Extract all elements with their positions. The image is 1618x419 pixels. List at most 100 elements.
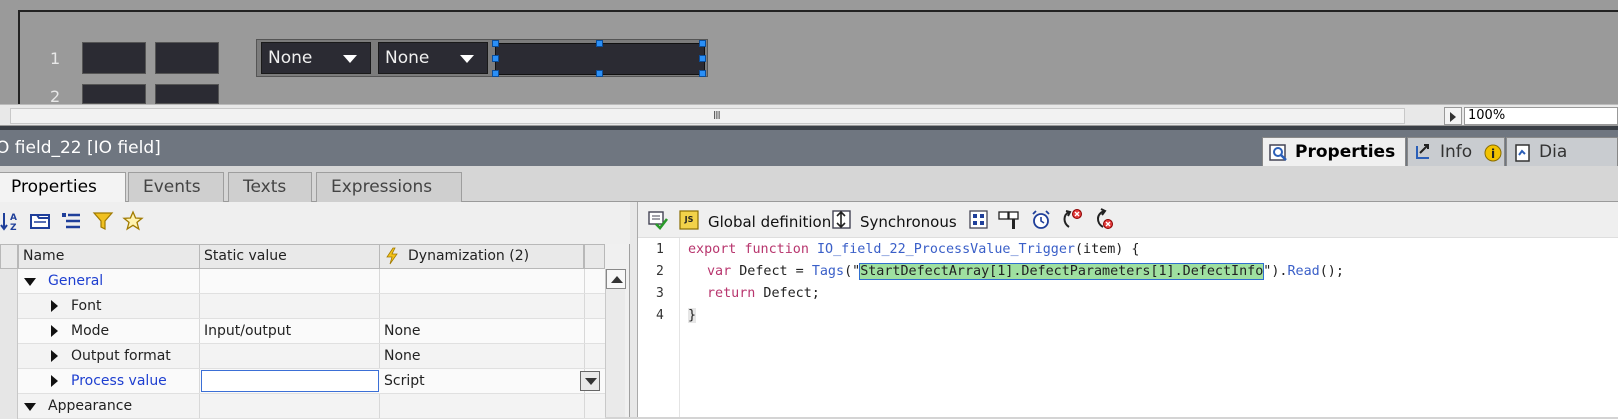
breakpoint-icon[interactable] [1060,207,1084,231]
subtab-expressions[interactable]: Expressions [316,172,462,202]
clear-breakpoints-icon[interactable] [1091,207,1115,231]
grid-row-process-value[interactable]: Process value Script [0,369,605,394]
row-dyn[interactable]: None [380,344,585,368]
subtab-events[interactable]: Events [128,172,224,202]
resize-handle[interactable] [699,55,706,62]
vertical-scrollbar[interactable] [605,269,626,417]
tab-properties[interactable]: Properties [1262,137,1406,168]
code-line-1[interactable]: export function IO_field_22_ProcessValue… [688,242,1139,257]
row-name: Appearance [44,394,200,418]
combo-2-value: None [385,48,430,68]
grid-row-mode[interactable]: Mode Input/output None [0,319,605,344]
column-header-dynamization[interactable]: Dynamization (2) [379,244,584,269]
row-dyn[interactable]: None [380,319,585,343]
row-name: Font [67,294,200,318]
table-cell[interactable] [155,84,219,104]
grid-row-font[interactable]: Font [0,294,605,319]
resize-handle[interactable] [492,40,499,47]
collapse-icon[interactable] [24,403,36,411]
tab-diagnostics[interactable]: Dia [1506,137,1618,168]
resize-handle[interactable] [492,70,499,77]
folder-view-icon[interactable] [29,210,51,232]
highlighted-tag-path[interactable]: StartDefectArray[1].DefectParameters[1].… [859,263,1265,280]
resize-handle[interactable] [492,55,499,62]
line-number-gutter: 1 2 3 4 [638,238,680,417]
grid-row-appearance[interactable]: Appearance [0,394,605,419]
lightning-icon [386,247,398,265]
scrollbar-track[interactable] [10,108,1405,124]
zoom-field[interactable]: 100% [1464,107,1618,125]
expand-icon[interactable] [51,300,58,312]
js-global-icon[interactable]: JS [678,209,700,231]
global-definition-label[interactable]: Global definition [708,213,831,231]
resize-handle[interactable] [699,70,706,77]
snippet-icon[interactable] [968,209,990,231]
row-static[interactable]: Input/output [200,319,380,343]
scrollbar-grip[interactable]: III [713,109,721,122]
scroll-up-icon[interactable] [606,269,626,289]
row-number-1: 1 [50,49,61,68]
filter-icon[interactable] [92,210,114,232]
line-number: 2 [656,264,664,279]
list-view-icon[interactable] [60,210,82,232]
alarm-clock-icon[interactable] [1030,209,1052,231]
code-text: Defect; [755,286,820,301]
table-cell[interactable] [82,84,146,104]
horizontal-scrollbar[interactable]: III 100% [0,104,1618,126]
scroll-right-icon[interactable] [1444,107,1462,125]
syntax-check-icon[interactable] [647,209,669,231]
tab-info-label: Info [1440,142,1473,162]
synchronous-icon[interactable] [831,209,853,231]
tab-diagnostics-label: Dia [1539,142,1568,162]
grid-head-spacer [584,244,605,269]
subtab-properties[interactable]: Properties [0,172,126,203]
keyword: function [744,242,809,257]
code-line-3[interactable]: return Defect; [707,286,820,301]
screen-canvas[interactable]: 1 2 None None [0,0,1618,106]
code-line-4[interactable]: } [688,308,697,323]
synchronous-label[interactable]: Synchronous [860,213,957,231]
row-name: Mode [67,319,200,343]
expand-icon[interactable] [51,325,58,337]
panel-splitter[interactable] [630,202,638,417]
properties-panel: A Z Name Static value Dynamization (2) G… [0,202,630,419]
dropdown-combo-2[interactable]: None [378,42,488,74]
collapse-icon[interactable] [24,278,36,286]
subtab-texts[interactable]: Texts [228,172,312,202]
column-header-name[interactable]: Name [18,244,200,269]
table-cell[interactable] [82,42,146,74]
resize-handle[interactable] [699,40,706,47]
dropdown-combo-1[interactable]: None [261,42,371,74]
row-static [200,294,380,318]
row-dyn[interactable]: Script [380,369,585,393]
process-value-input[interactable] [201,370,379,392]
row-static [200,269,380,293]
grid-row-output-format[interactable]: Output format None [0,344,605,369]
table-cell[interactable] [155,42,219,74]
code-area[interactable]: 1 2 3 4 export function IO_field_22_Proc… [638,238,1618,417]
resize-handle[interactable] [596,70,603,77]
line-number: 4 [656,308,664,323]
favorite-star-icon[interactable] [122,210,144,232]
row-dyn [380,394,585,418]
dynamization-dropdown[interactable] [580,371,600,391]
editor-toolbar: JS Global definition Synchronous [638,202,1618,238]
tab-info[interactable]: Info i [1407,137,1505,168]
row-name: Process value [67,369,200,393]
code-line-2[interactable]: var Defect = Tags("StartDefectArray[1].D… [707,263,1344,280]
chevron-down-icon[interactable] [330,43,370,73]
row-name: General [44,269,200,293]
row-static[interactable] [200,344,380,368]
system-function-icon[interactable] [998,209,1022,231]
resize-handle[interactable] [596,40,603,47]
expand-icon[interactable] [51,375,58,387]
sort-az-icon[interactable]: A Z [0,210,22,232]
inspector-header: IO field_22 [IO field] Properties Info i… [0,126,1618,168]
grid-row-general[interactable]: General [0,269,605,294]
row-header [0,369,18,394]
column-header-static[interactable]: Static value [199,244,380,269]
column-header-dynamization-label: Dynamization (2) [408,248,530,264]
code-text: Defect = [731,264,812,279]
expand-icon[interactable] [51,350,58,362]
chevron-down-icon[interactable] [447,43,487,73]
